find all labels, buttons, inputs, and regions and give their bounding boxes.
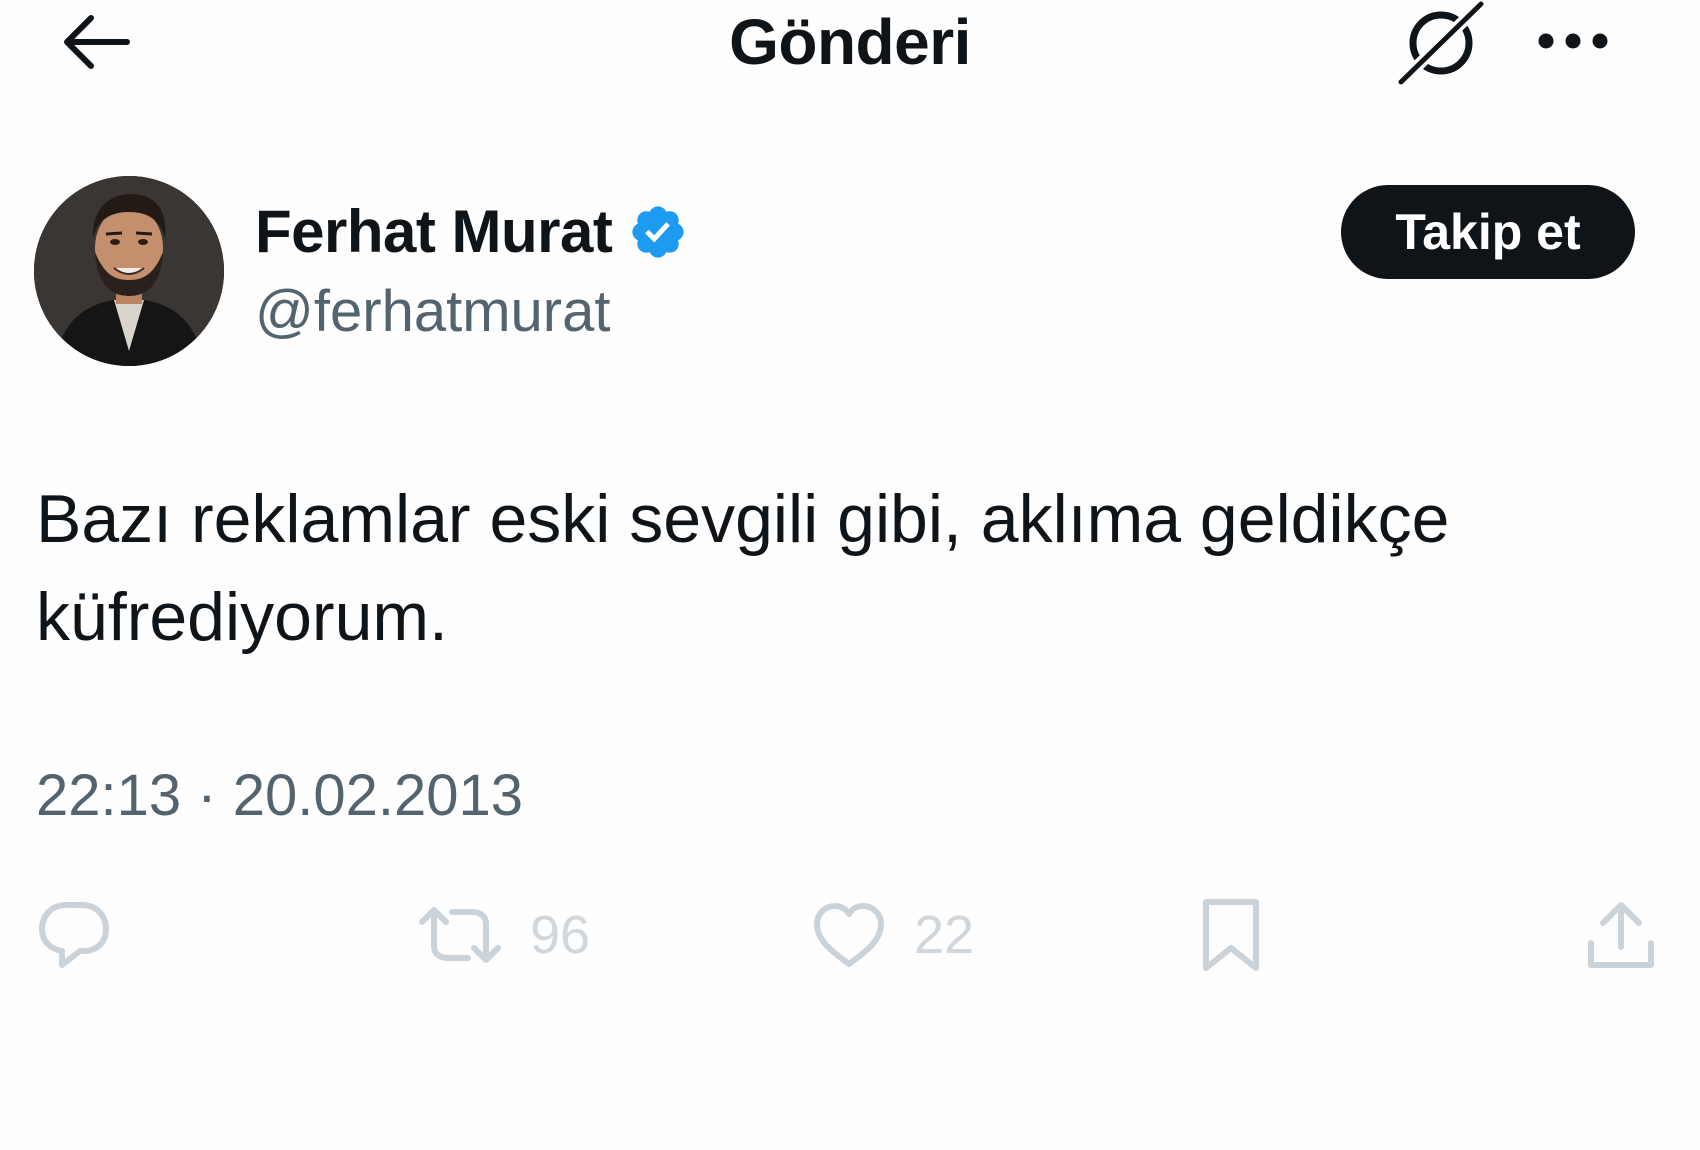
timestamp-separator: · bbox=[181, 763, 233, 828]
tweet-text: Bazı reklamlar eski sevgili gibi, aklıma… bbox=[36, 481, 1450, 655]
reply-button[interactable] bbox=[36, 895, 112, 975]
tweet-time: 22:13 bbox=[36, 763, 182, 828]
tweet-detail-screen: Gönderi Ferhat Murat @ferhatmurat Takip … bbox=[0, 0, 1700, 1150]
retweet-count: 96 bbox=[530, 905, 591, 965]
retweet-icon bbox=[419, 907, 501, 963]
share-button[interactable] bbox=[1585, 895, 1657, 975]
verified-badge-icon bbox=[632, 206, 684, 258]
grok-button[interactable] bbox=[1395, 0, 1487, 86]
reply-icon bbox=[39, 902, 109, 968]
tweet-date: 20.02.2013 bbox=[232, 763, 523, 828]
share-icon bbox=[1588, 902, 1654, 968]
more-horizontal-icon bbox=[1538, 33, 1608, 49]
avatar[interactable] bbox=[34, 176, 224, 366]
grok-icon bbox=[1395, 0, 1487, 86]
author-name-row[interactable]: Ferhat Murat bbox=[255, 196, 688, 268]
retweet-button[interactable]: 96 bbox=[418, 895, 590, 975]
author-handle[interactable]: @ferhatmurat bbox=[255, 276, 610, 348]
heart-icon bbox=[814, 903, 884, 967]
like-button[interactable]: 22 bbox=[812, 895, 974, 975]
profile-photo bbox=[34, 176, 224, 366]
follow-button[interactable]: Takip et bbox=[1341, 185, 1635, 279]
bookmark-icon bbox=[1203, 899, 1259, 971]
more-options-button[interactable] bbox=[1530, 14, 1616, 68]
tweet-timestamp[interactable]: 22:13 · 20.02.2013 bbox=[36, 760, 523, 832]
bookmark-button[interactable] bbox=[1200, 895, 1262, 975]
display-name: Ferhat Murat bbox=[255, 198, 613, 265]
like-count: 22 bbox=[914, 905, 975, 965]
